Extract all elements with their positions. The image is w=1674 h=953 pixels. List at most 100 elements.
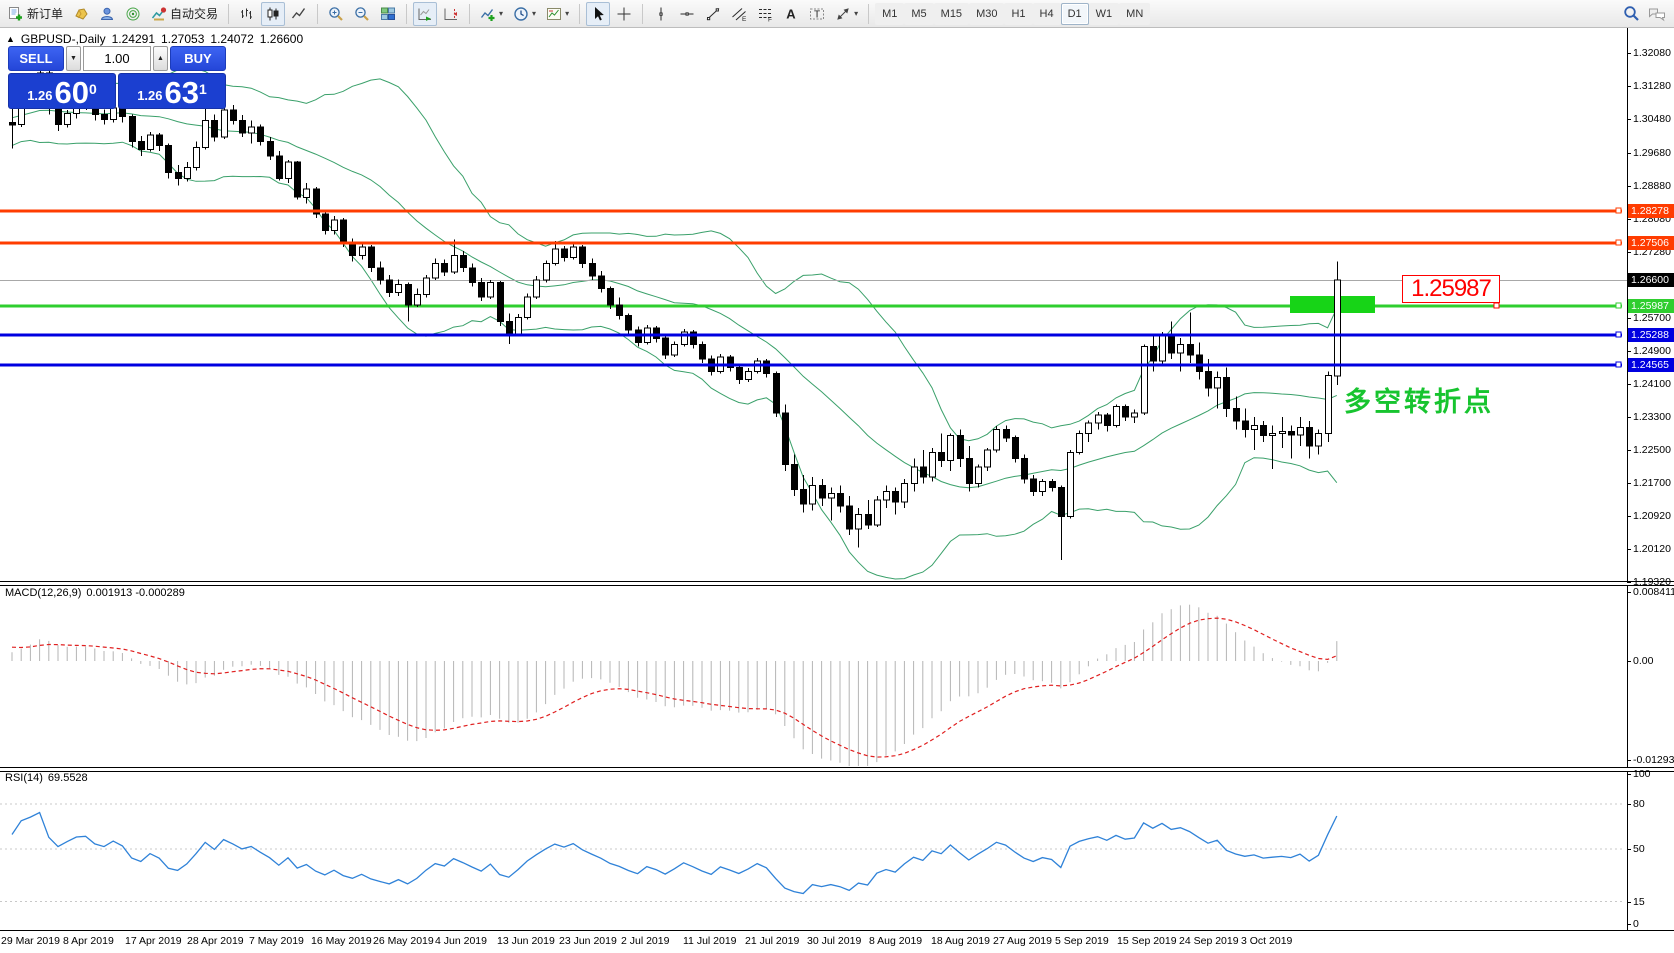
candle [415,295,421,305]
zoom-out-button[interactable] [350,2,374,26]
date-axis[interactable]: 29 Mar 20198 Apr 201917 Apr 201928 Apr 2… [0,930,1674,953]
rsi-indicator-label: RSI(14) 69.5528 [5,772,88,784]
candle [1142,347,1148,413]
candle [590,264,596,276]
axis-tick-label: 0.00 [1633,654,1653,668]
date-label: 2 Jul 2019 [621,935,669,947]
candle [406,284,412,305]
timeframe-mn[interactable]: MN [1119,3,1150,25]
profile-button[interactable] [95,2,119,26]
level-anchor [1616,332,1621,337]
chart-header: ▲ GBPUSD-,Daily 1.24291 1.27053 1.24072 … [6,32,303,46]
timeframe-m5[interactable]: M5 [904,3,933,25]
hline-icon [679,6,695,22]
timeframe-h1[interactable]: H1 [1004,3,1032,25]
toolbar-separator [579,4,580,24]
fibonacci-button[interactable]: F [753,2,777,26]
volume-increase-button[interactable]: ▲ [153,46,168,71]
zoom-in-button[interactable] [324,2,348,26]
candle [1252,425,1258,429]
indicators-button[interactable]: ▾ [476,2,507,26]
price-flag-annotation[interactable]: 1.25987 [1402,275,1500,303]
symbol-title: GBPUSD-,Daily [21,32,106,46]
highlight-rect[interactable] [1290,296,1375,313]
channel-button[interactable]: E [727,2,751,26]
vertical-line-button[interactable] [649,2,673,26]
autotrade-button[interactable]: 自动交易 [147,2,222,26]
sell-price-display[interactable]: 1.26 60 0 [8,73,116,109]
timeframe-m15[interactable]: M15 [934,3,969,25]
turning-point-note[interactable]: 多空转折点 [1344,380,1494,419]
buy-price-display[interactable]: 1.26 63 1 [118,73,226,109]
timeframe-m1[interactable]: M1 [875,3,904,25]
collapse-icon[interactable]: ▲ [6,34,15,44]
search-button[interactable] [1619,2,1644,26]
quotes-button[interactable] [69,2,93,26]
macd-pane-separator[interactable] [0,581,1674,586]
autotrade-icon [151,6,167,22]
volume-input[interactable]: 1.00 [83,46,151,71]
crosshair-button[interactable] [612,2,636,26]
axis-tick-label: 15 [1633,895,1645,909]
candle [1068,452,1074,516]
line-chart-button[interactable] [287,2,311,26]
buy-button[interactable]: BUY [170,46,226,71]
axis-tick-label: 1.29680 [1633,146,1671,160]
candle [65,114,71,125]
shapes-button[interactable]: ▾ [831,2,862,26]
toolbar-separator [642,4,643,24]
candle [286,162,292,179]
rsi-pane-separator[interactable] [0,767,1674,772]
sell-price-small: 1.26 [27,85,52,107]
levels-under[interactable] [0,281,1627,314]
new-order-button[interactable]: 新订单 [4,2,67,26]
candle [608,289,614,306]
horizontal-line-button[interactable] [675,2,699,26]
chevron-down-icon: ▾ [532,10,536,18]
bar-chart-button[interactable] [235,2,259,26]
volume-decrease-button[interactable]: ▼ [66,46,81,71]
new-order-icon [8,6,24,22]
signals-button[interactable] [121,2,145,26]
candle [396,284,402,292]
text-label-button[interactable]: T [805,2,829,26]
levels-over[interactable] [0,208,1622,367]
sell-button[interactable]: SELL [8,46,64,71]
date-label: 28 Apr 2019 [187,935,244,947]
candle [295,162,301,197]
candle-chart-button[interactable] [261,2,285,26]
one-click-trading-panel: SELL ▼ 1.00 ▲ BUY 1.26 60 0 1.26 63 1 [8,46,226,109]
templates-button[interactable]: ▾ [542,2,573,26]
ohlc-high: 1.27053 [161,32,204,46]
bollinger-bands [12,69,1337,579]
date-label: 16 May 2019 [311,935,372,947]
candle [856,514,862,529]
crosshair-icon [616,6,632,22]
candle [1316,434,1322,446]
timeframe-m30[interactable]: M30 [969,3,1004,25]
price-badge: 1.25987 [1628,299,1674,313]
periods-button[interactable]: ▾ [509,2,540,26]
tile-windows-button[interactable] [376,2,400,26]
toolbar-separator [317,4,318,24]
chat-button[interactable] [1644,2,1670,26]
candle [792,465,798,490]
chevron-down-icon: ▾ [565,10,569,18]
candle [1132,413,1138,417]
date-label: 17 Apr 2019 [125,935,182,947]
candle [958,436,964,459]
autoscroll-button[interactable] [413,2,437,26]
cursor-button[interactable] [586,2,610,26]
candle [930,452,936,477]
text-tool-button[interactable]: A [779,2,803,26]
candle [580,247,586,264]
timeframe-w1[interactable]: W1 [1089,3,1120,25]
trendline-button[interactable] [701,2,725,26]
mt4-terminal: { "toolbar": { "new_order": "新订单", "auto… [0,0,1674,952]
timeframe-d1[interactable]: D1 [1061,3,1089,25]
chart-shift-button[interactable] [439,2,463,26]
price-axis[interactable]: 1.320801.312801.304801.296801.288801.280… [1629,28,1674,952]
candle [507,322,513,334]
timeframe-h4[interactable]: H4 [1033,3,1061,25]
chart-canvas[interactable] [0,28,1627,930]
